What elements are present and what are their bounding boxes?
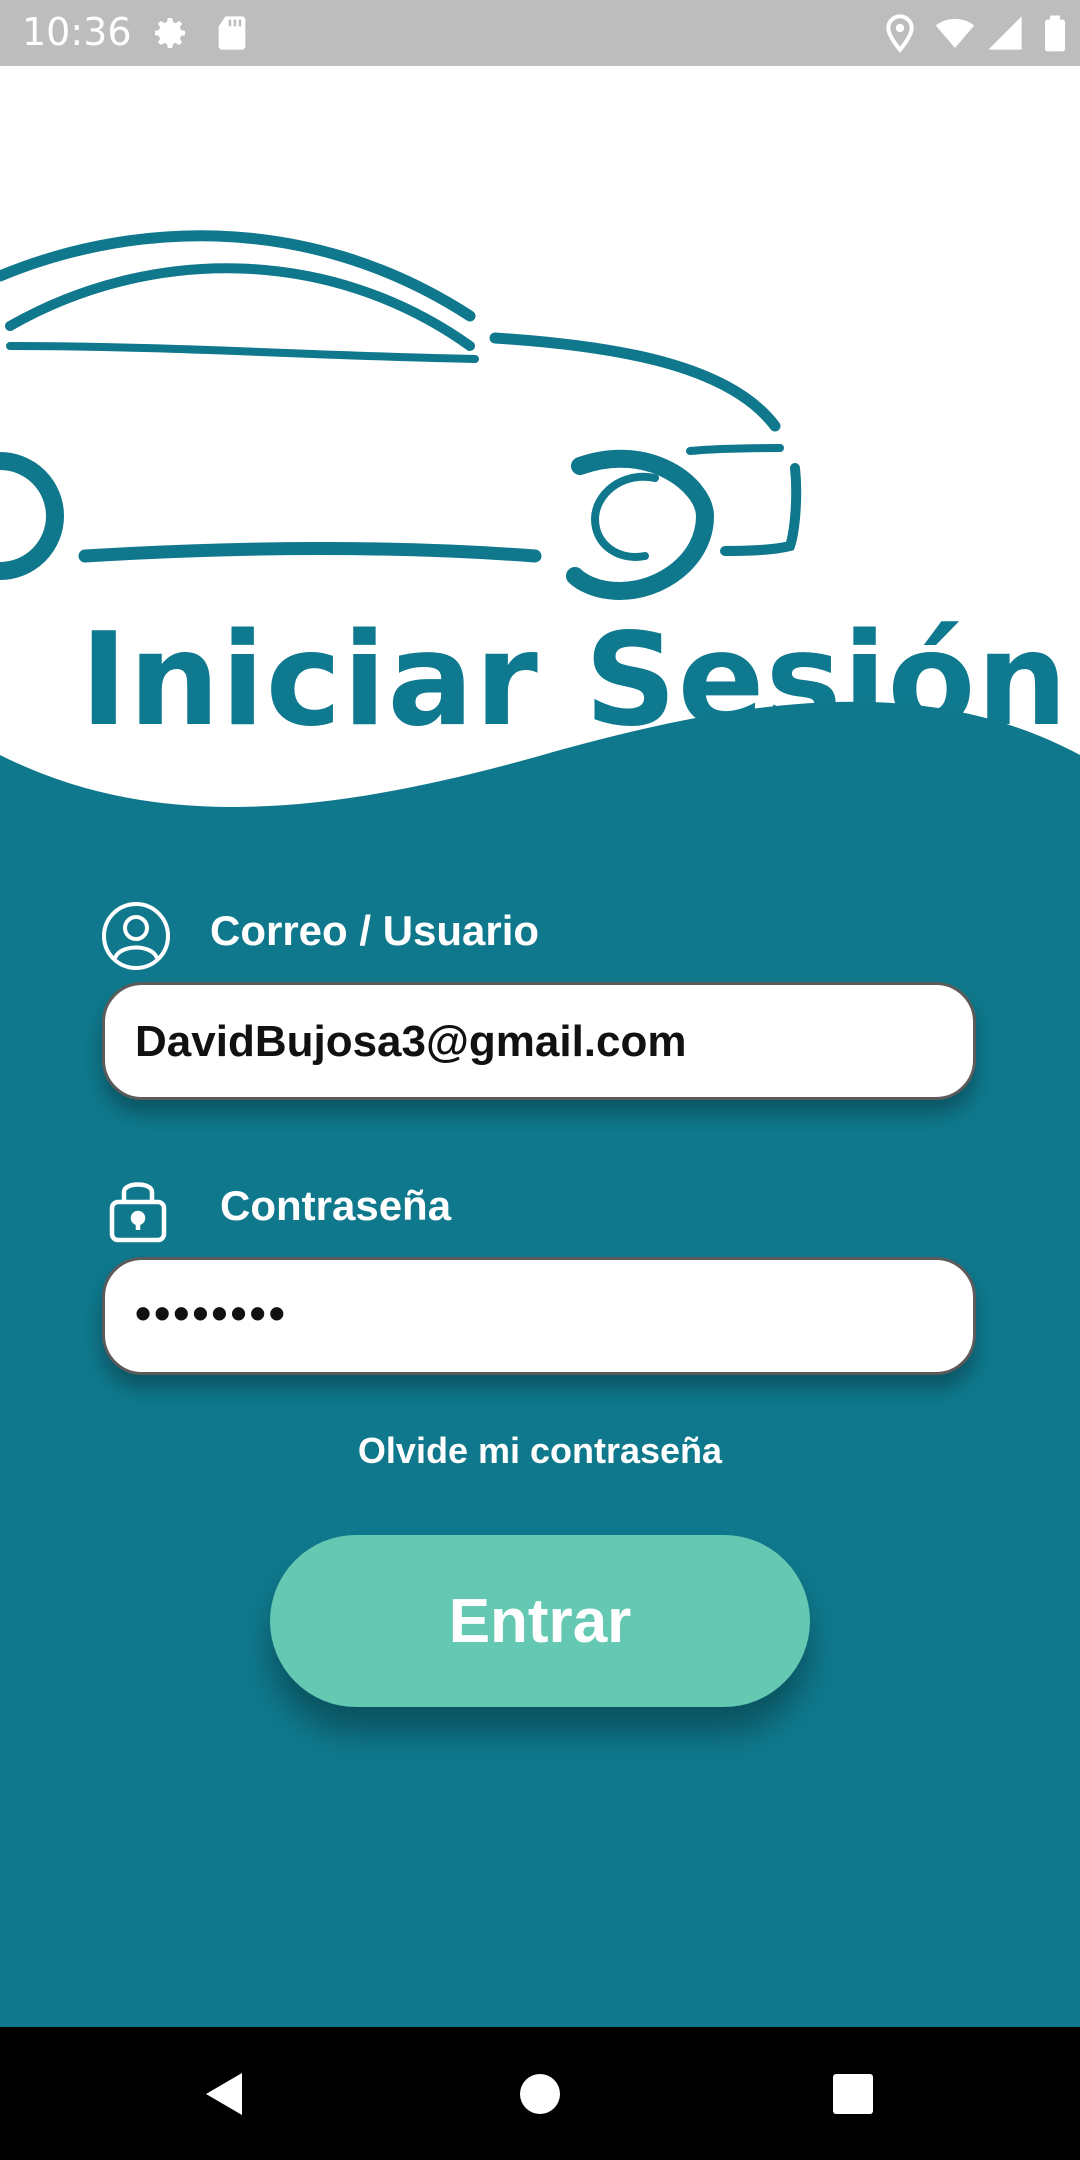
enter-button[interactable]: Entrar <box>270 1535 810 1707</box>
lock-icon <box>109 1182 167 1243</box>
status-bar: 10:36 <box>0 0 1080 66</box>
signal-icon <box>988 16 1022 50</box>
navigation-bar <box>0 2027 1080 2160</box>
password-field[interactable]: •••••••• <box>102 1257 976 1375</box>
car-logo <box>0 230 802 601</box>
recents-icon[interactable] <box>826 2067 880 2121</box>
back-icon[interactable] <box>198 2067 252 2121</box>
enter-button-label: Entrar <box>448 1586 632 1656</box>
user-icon <box>102 902 170 970</box>
email-value: DavidBujosa3@gmail.com <box>135 1017 687 1066</box>
gear-icon <box>155 18 185 48</box>
forgot-password-link[interactable]: Olvide mi contraseña <box>0 1430 1080 1472</box>
sd-card-icon <box>218 16 246 50</box>
wave-divider <box>0 701 1080 820</box>
email-label: Correo / Usuario <box>210 907 540 954</box>
wifi-icon <box>935 18 975 48</box>
email-field[interactable]: DavidBujosa3@gmail.com <box>102 982 976 1100</box>
location-icon <box>886 14 914 53</box>
battery-icon <box>1045 15 1065 52</box>
status-time: 10:36 <box>22 10 132 54</box>
password-label: Contraseña <box>220 1182 452 1229</box>
home-icon[interactable] <box>513 2067 567 2121</box>
password-value: •••••••• <box>135 1287 288 1339</box>
